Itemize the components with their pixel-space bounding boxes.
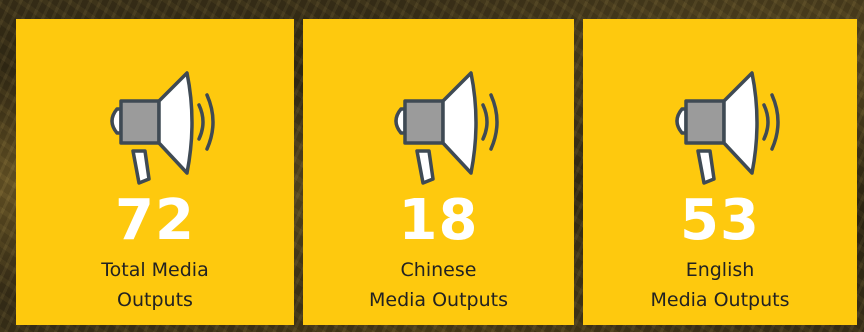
stat-card-total-media: 72 Total Media Outputs (16, 19, 294, 325)
stat-label-line-2: Media Outputs (368, 289, 508, 311)
stat-label: English Media Outputs (583, 255, 857, 315)
stats-row: 72 Total Media Outputs 18 Chinese Media … (0, 0, 864, 332)
stat-label-line-2: Media Outputs (650, 289, 790, 311)
stat-label-line-1: English (685, 259, 755, 281)
stat-card-chinese-media: 18 Chinese Media Outputs (303, 19, 574, 325)
stat-value: 53 (680, 188, 760, 253)
stat-value: 18 (398, 188, 479, 253)
stat-label: Total Media Outputs (16, 255, 294, 315)
megaphone-icon (89, 67, 221, 187)
megaphone-icon (654, 67, 786, 187)
stat-value: 72 (115, 188, 195, 253)
stat-label-line-2: Outputs (117, 289, 193, 311)
stat-label-line-1: Chinese (400, 259, 477, 281)
stat-label-line-1: Total Media (101, 259, 209, 281)
stat-card-english-media: 53 English Media Outputs (583, 19, 857, 325)
megaphone-icon (373, 67, 505, 187)
stat-label: Chinese Media Outputs (303, 255, 574, 315)
